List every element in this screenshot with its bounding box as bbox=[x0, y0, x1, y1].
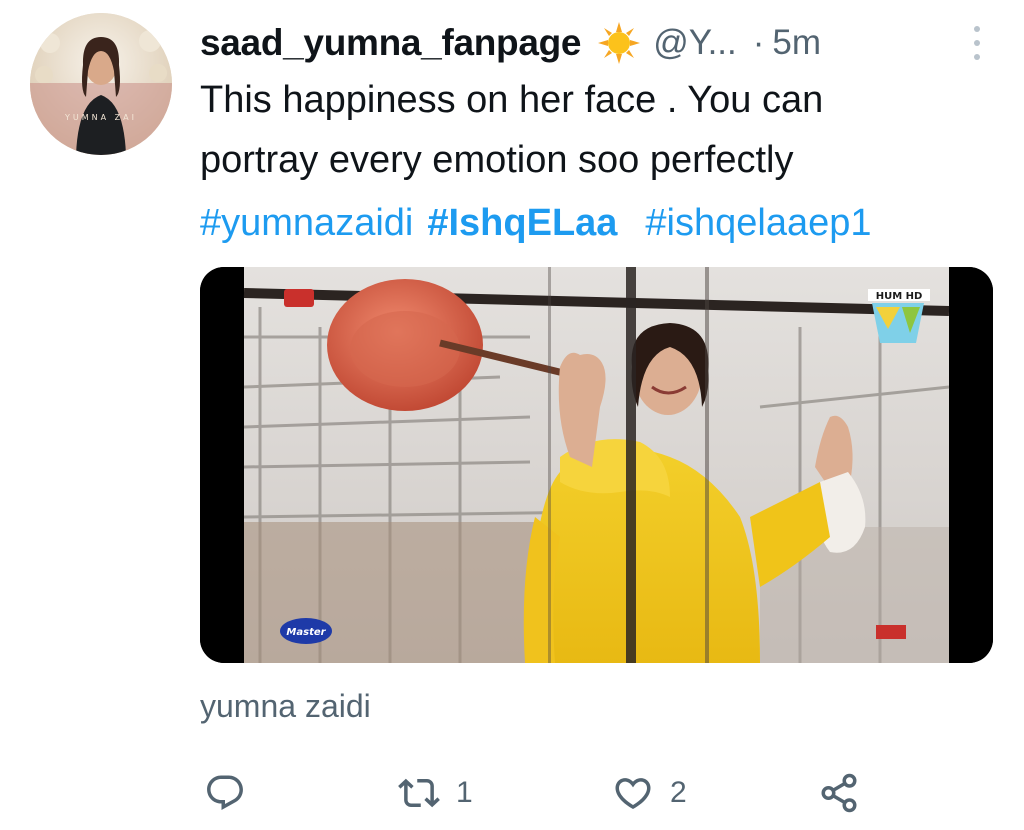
heart-icon bbox=[615, 778, 651, 810]
more-dot-icon bbox=[974, 26, 980, 32]
hashtag-link[interactable]: #yumnazaidi bbox=[200, 202, 413, 244]
user-handle[interactable]: @Y... bbox=[653, 23, 737, 63]
image-caption: yumna zaidi bbox=[200, 688, 371, 724]
tweet-text: This happiness on her face . You can por… bbox=[200, 70, 990, 190]
share-icon bbox=[821, 773, 857, 813]
avatar[interactable]: YUMNA ZAI bbox=[30, 13, 172, 155]
sun-emoji-icon bbox=[597, 21, 641, 65]
tweet-actions: 1 2 bbox=[200, 765, 990, 821]
avatar-watermark: YUMNA ZAI bbox=[64, 113, 137, 122]
share-button[interactable] bbox=[818, 765, 860, 821]
more-dot-icon bbox=[974, 40, 980, 46]
hashtag-link[interactable]: #IshqELaa bbox=[427, 202, 617, 244]
like-count: 2 bbox=[670, 776, 687, 809]
tweet-image[interactable]: HUM HD Master bbox=[200, 267, 993, 663]
hashtag-link[interactable]: #ishqelaaep1 bbox=[645, 202, 871, 244]
separator-dot: · bbox=[752, 23, 765, 62]
tweet-header: saad_yumna_fanpage @Y... · 5m bbox=[200, 18, 990, 68]
sponsor-logo: Master bbox=[280, 618, 332, 644]
reply-icon bbox=[207, 775, 243, 810]
retweet-count: 1 bbox=[456, 776, 473, 809]
display-name[interactable]: saad_yumna_fanpage bbox=[200, 22, 582, 64]
more-dot-icon bbox=[974, 54, 980, 60]
tweet-card: YUMNA ZAI saad_yumna_fanpage @Y... · 5m … bbox=[0, 0, 1024, 830]
like-button[interactable]: 2 bbox=[612, 765, 687, 821]
tweet-text-line: portray every emotion soo perfectly bbox=[200, 139, 794, 181]
svg-text:HUM HD: HUM HD bbox=[876, 291, 923, 302]
hashtags: #yumnazaidi #IshqELaa #ishqelaaep1 bbox=[200, 193, 990, 253]
timestamp[interactable]: 5m bbox=[772, 23, 821, 63]
reply-button[interactable] bbox=[204, 765, 246, 821]
more-options-button[interactable] bbox=[966, 24, 988, 62]
tweet-text-line: This happiness on her face . You can bbox=[200, 79, 824, 121]
retweet-icon bbox=[398, 778, 440, 808]
retweet-button[interactable]: 1 bbox=[398, 765, 473, 821]
svg-text:Master: Master bbox=[286, 627, 326, 638]
